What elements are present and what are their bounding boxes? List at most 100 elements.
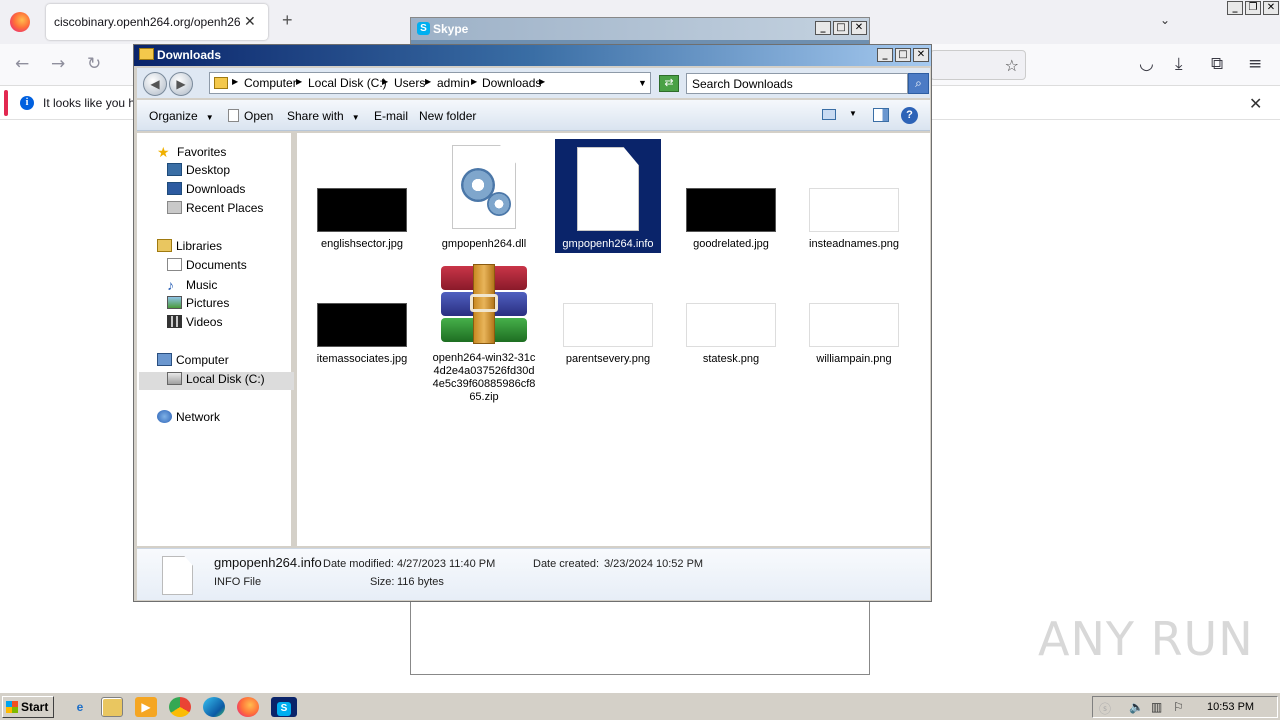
skype-close-button[interactable]: ✕ [851, 21, 867, 35]
nav-network[interactable]: Network [157, 410, 220, 428]
open-button[interactable]: Open [228, 109, 273, 123]
organize-button[interactable]: Organize ▼ [149, 109, 214, 123]
skype-taskbar-icon[interactable]: S [271, 697, 297, 717]
explorer-taskbar-icon[interactable] [101, 697, 123, 717]
explorer-maximize-button[interactable]: □ [895, 48, 911, 62]
explorer-title-bar[interactable]: Downloads _ □ ✕ [134, 45, 931, 66]
firefox-taskbar-icon[interactable] [237, 697, 259, 717]
back-arrow-icon[interactable]: ← [15, 54, 29, 74]
tab-close-icon[interactable]: ✕ [244, 13, 256, 30]
forward-button[interactable]: ▶ [169, 72, 193, 96]
skype-tray-icon[interactable]: ⓢ [1099, 700, 1111, 717]
bookmark-star-icon[interactable]: ☆ [1005, 56, 1019, 76]
restore-button[interactable]: ❐ [1245, 1, 1261, 15]
breadcrumb-admin[interactable]: admin [437, 76, 470, 90]
file-item[interactable]: williampain.png [801, 254, 907, 366]
file-name: williampain.png [816, 353, 892, 365]
start-button[interactable]: Start [2, 696, 54, 718]
nav-recent-places[interactable]: Recent Places [167, 201, 263, 219]
skype-title-bar[interactable]: S Skype _ □ ✕ [411, 18, 869, 40]
breadcrumb-users[interactable]: Users [394, 76, 425, 90]
email-button[interactable]: E-mail [374, 109, 408, 123]
nav-libraries[interactable]: Libraries [157, 239, 222, 257]
volume-icon[interactable]: 🔈 [1129, 700, 1144, 714]
breadcrumb-downloads[interactable]: Downloads [482, 76, 541, 90]
close-button[interactable]: ✕ [1263, 1, 1279, 15]
reload-icon[interactable]: ↻ [87, 54, 101, 74]
nav-computer-label: Computer [176, 353, 229, 367]
ie-icon[interactable]: e [69, 697, 91, 717]
share-with-button[interactable]: Share with ▼ [287, 109, 360, 123]
nav-favorites[interactable]: ★ Favorites [157, 144, 226, 162]
nav-pictures[interactable]: Pictures [167, 296, 229, 314]
nav-desktop[interactable]: Desktop [167, 163, 230, 181]
extensions-icon[interactable]: ⧉ [1211, 54, 1223, 74]
menu-icon[interactable]: ≡ [1248, 54, 1262, 74]
pictures-icon [167, 296, 182, 309]
edge-icon[interactable] [203, 697, 225, 717]
file-item[interactable]: goodrelated.jpg [678, 139, 784, 251]
media-player-icon[interactable]: ▶ [135, 697, 157, 717]
skype-logo-icon: S [277, 702, 291, 716]
nav-documents[interactable]: Documents [167, 258, 247, 276]
network-tray-icon[interactable]: ▥ [1151, 700, 1162, 714]
preview-pane-icon[interactable] [873, 108, 889, 122]
file-item[interactable]: statesk.png [678, 254, 784, 366]
nav-local-disk[interactable]: Local Disk (C:) [139, 372, 294, 390]
videos-icon [167, 315, 182, 328]
nav-downloads[interactable]: Downloads [167, 182, 245, 200]
minimize-button[interactable]: _ [1227, 1, 1243, 15]
nav-network-label: Network [176, 410, 221, 424]
skype-minimize-button[interactable]: _ [815, 21, 831, 35]
new-folder-button[interactable]: New folder [419, 109, 476, 123]
explorer-close-button[interactable]: ✕ [913, 48, 929, 62]
pocket-icon[interactable]: ◡ [1139, 54, 1154, 74]
explorer-window[interactable]: Downloads _ □ ✕ ◀ ▶ ▶ Computer ▶ Local D… [133, 44, 932, 602]
chevron-right-icon[interactable]: ▶ [471, 77, 477, 86]
refresh-button[interactable]: ⇄ [659, 75, 679, 92]
nav-music[interactable]: ♪ Music [167, 277, 217, 295]
view-dropdown-arrow-icon[interactable]: ▼ [849, 109, 857, 118]
forward-arrow-icon[interactable]: → [51, 54, 65, 74]
back-button[interactable]: ◀ [143, 72, 167, 96]
address-bar[interactable]: ▶ Computer ▶ Local Disk (C:) ▶ Users ▶ a… [209, 72, 651, 94]
file-item[interactable]: englishsector.jpg [309, 139, 415, 251]
file-item[interactable]: itemassociates.jpg [309, 254, 415, 366]
downloads-icon[interactable]: ⤓ [1175, 54, 1183, 74]
search-icon[interactable]: ⌕ [908, 73, 929, 94]
breadcrumb-local-disk[interactable]: Local Disk (C:) [308, 76, 387, 90]
image-thumbnail [317, 188, 407, 232]
file-item[interactable]: openh264-win32-31c4d2e4a037526fd30d4e5c3… [431, 254, 537, 404]
browser-tab[interactable]: ciscobinary.openh264.org/openh264-w ✕ [46, 4, 268, 40]
chrome-icon[interactable] [169, 697, 191, 717]
file-item[interactable]: gmpopenh264.dll [431, 139, 537, 251]
help-icon[interactable]: ? [901, 107, 918, 124]
nav-computer[interactable]: Computer [157, 353, 229, 371]
breadcrumb-computer[interactable]: Computer [244, 76, 297, 90]
chevron-right-icon[interactable]: ▶ [425, 77, 431, 86]
flag-icon[interactable]: ⚐ [1173, 700, 1184, 714]
network-icon [157, 410, 172, 423]
libraries-icon [157, 239, 172, 252]
new-tab-button[interactable]: + [282, 10, 293, 31]
chevron-right-icon[interactable]: ▶ [296, 77, 302, 86]
url-bar[interactable]: ☆ [930, 50, 1026, 80]
file-item-selected[interactable]: gmpopenh264.info [555, 139, 661, 253]
desktop-icon [167, 163, 182, 176]
address-dropdown-icon[interactable]: ▼ [638, 78, 647, 88]
file-item[interactable]: parentsevery.png [555, 254, 661, 366]
nav-videos[interactable]: Videos [167, 315, 222, 333]
list-tabs-chevron-icon[interactable]: ⌄ [1160, 13, 1170, 27]
skype-maximize-button[interactable]: □ [833, 21, 849, 35]
change-view-icon[interactable] [822, 109, 836, 120]
chevron-right-icon[interactable]: ▶ [382, 77, 388, 86]
skype-window-controls: _ □ ✕ [815, 21, 867, 37]
explorer-minimize-button[interactable]: _ [877, 48, 893, 62]
notice-close-icon[interactable]: ✕ [1249, 94, 1262, 114]
search-input[interactable]: Search Downloads [686, 73, 908, 94]
chevron-right-icon[interactable]: ▶ [232, 77, 238, 86]
file-item[interactable]: insteadnames.png [801, 139, 907, 251]
file-name: statesk.png [702, 353, 760, 365]
file-name: parentsevery.png [565, 353, 651, 365]
chevron-right-icon[interactable]: ▶ [539, 77, 545, 86]
